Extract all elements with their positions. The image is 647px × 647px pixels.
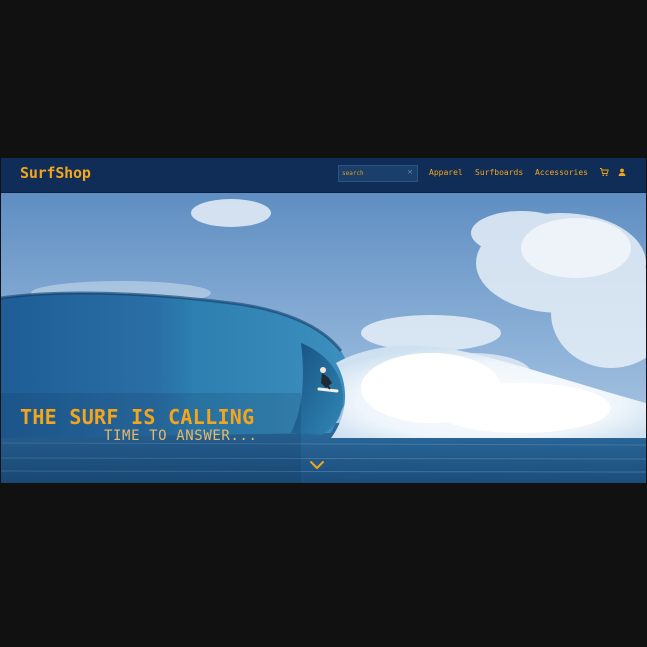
hero-banner: THE SURF IS CALLING TIME TO ANSWER... — [1, 193, 646, 483]
cart-icon[interactable] — [599, 167, 609, 177]
app-window: SurfShop × Apparel Surfboards Accessorie… — [1, 158, 646, 483]
search-box[interactable]: × — [338, 165, 418, 182]
hero-headline: THE SURF IS CALLING — [20, 405, 255, 429]
user-icon[interactable] — [617, 167, 627, 177]
hero-subline: TIME TO ANSWER... — [104, 428, 258, 444]
brand-logo[interactable]: SurfShop — [20, 164, 91, 182]
top-navbar: SurfShop × Apparel Surfboards Accessorie… — [1, 158, 646, 193]
nav-link-accessories[interactable]: Accessories — [535, 168, 588, 177]
hero-wave-image — [1, 193, 646, 483]
nav-link-surfboards[interactable]: Surfboards — [475, 168, 523, 177]
clear-search-icon[interactable]: × — [407, 168, 413, 176]
search-input[interactable] — [342, 167, 404, 180]
nav-link-apparel[interactable]: Apparel — [429, 168, 463, 177]
chevron-down-icon[interactable] — [309, 460, 325, 470]
